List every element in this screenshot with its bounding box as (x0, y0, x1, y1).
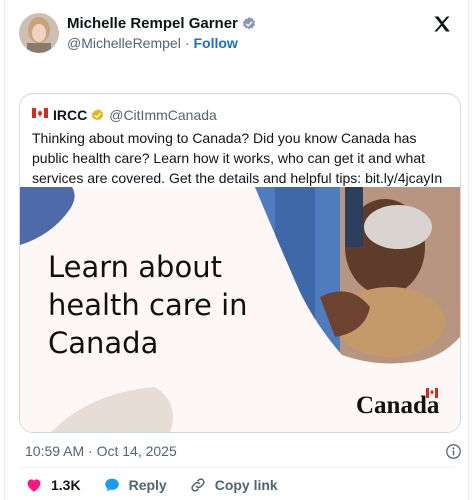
author-name[interactable]: Michelle Rempel Garner (67, 15, 238, 33)
verified-badge-icon (92, 108, 104, 120)
quoted-handle[interactable]: @CitImmCanada (109, 106, 217, 124)
tweet-card: Michelle Rempel Garner @MichelleRempel · F… (4, 0, 469, 500)
author-name-row: Michelle Rempel Garner (67, 15, 257, 33)
quoted-header: IRCC @CitImmCanada (32, 106, 217, 124)
media-headline: Learn about health care in Canada (48, 250, 248, 360)
follow-button[interactable]: Follow (193, 35, 237, 51)
author-handle[interactable]: @MichelleRempel (67, 35, 181, 51)
copy-link-label: Copy link (214, 477, 278, 493)
separator-dot: · (184, 34, 190, 51)
copy-link-button[interactable]: Copy link (189, 476, 278, 494)
quoted-tweet[interactable]: IRCC @CitImmCanada Thinking about moving… (19, 93, 461, 433)
author-avatar[interactable] (19, 13, 59, 53)
author-text: Michelle Rempel Garner @MichelleRempel · F… (67, 15, 257, 52)
reply-label: Reply (128, 477, 167, 493)
reply-button[interactable]: Reply (103, 476, 167, 494)
quoted-text: Thinking about moving to Canada? Did you… (32, 130, 443, 186)
reply-bubble-icon (104, 478, 119, 492)
divider (19, 467, 454, 468)
like-count: 1.3K (51, 477, 81, 493)
quoted-media-image[interactable]: Learn about health care in Canada Canada (20, 187, 460, 432)
link-icon (191, 478, 205, 492)
quoted-name[interactable]: IRCC (53, 106, 87, 124)
heart-icon (27, 479, 41, 492)
x-logo-icon[interactable] (432, 14, 452, 34)
canada-flag-icon (32, 108, 48, 122)
post-timestamp[interactable]: 10:59 AM · Oct 14, 2025 (25, 443, 177, 459)
info-icon[interactable] (445, 443, 462, 460)
action-bar: 1.3K Reply Copy link (25, 476, 300, 494)
author-header: Michelle Rempel Garner @MichelleRempel · F… (19, 12, 257, 54)
verified-badge-icon (242, 16, 255, 29)
wordmark-flag-icon (426, 388, 438, 398)
like-button[interactable]: 1.3K (25, 476, 81, 494)
author-handle-row: @MichelleRempel · Follow (67, 34, 257, 52)
